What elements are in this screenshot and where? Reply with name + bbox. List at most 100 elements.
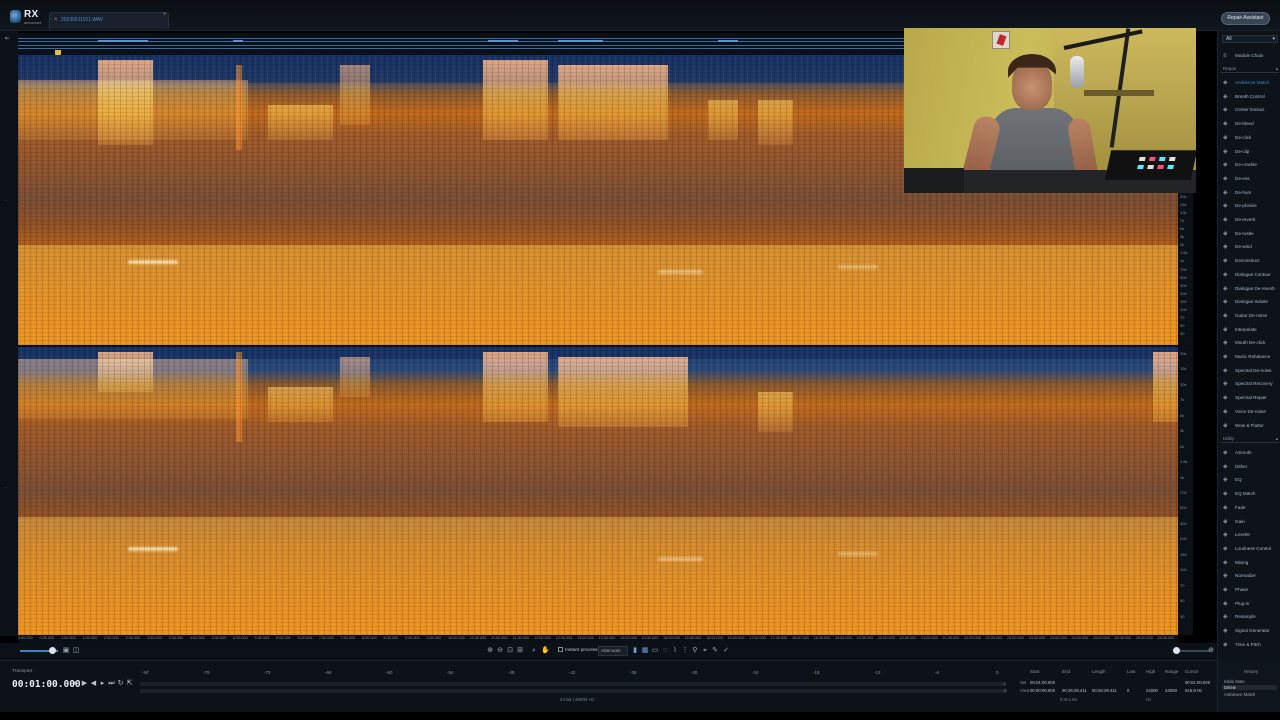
repair-assistant-button[interactable]: Repair Assistant: [1221, 12, 1270, 25]
module-filter-select[interactable]: All ▾: [1222, 35, 1278, 43]
module-item-spectral-de-noise[interactable]: ◈ Spectral De-noise: [1218, 365, 1280, 377]
module-item-deconstruct[interactable]: ◈ Deconstruct: [1218, 255, 1280, 267]
sel-header-low: Low: [1127, 669, 1136, 674]
module-item-de-crackle[interactable]: ◈ De-crackle: [1218, 159, 1280, 171]
zoom-out-icon[interactable]: ⊖: [496, 647, 504, 655]
brush-icon[interactable]: ⌇: [671, 647, 679, 655]
module-item-de-plosive[interactable]: ◈ De-plosive: [1218, 200, 1280, 212]
module-item-mouth-de-click[interactable]: ◈ Mouth De-click: [1218, 337, 1280, 349]
module-item-de-hum[interactable]: ◈ De-hum: [1218, 187, 1280, 199]
time-zoom-handle[interactable]: [49, 647, 56, 654]
module-item-phase[interactable]: ◈ Phase: [1218, 584, 1280, 596]
collapse-icon[interactable]: ⇤: [5, 36, 13, 42]
view-range-value[interactable]: 24000: [1165, 688, 1177, 693]
instant-process-checkbox[interactable]: [558, 647, 563, 652]
module-item-de-rustle[interactable]: ◈ De-rustle: [1218, 228, 1280, 240]
module-item-interpolate[interactable]: ◈ Interpolate: [1218, 324, 1280, 336]
rect-selection-icon[interactable]: ▭: [651, 647, 659, 655]
history-item[interactable]: Ambience Match: [1224, 692, 1255, 697]
module-item-center-extract[interactable]: ◈ Center Extract: [1218, 104, 1280, 116]
module-item-dialogue-isolate[interactable]: ◈ Dialogue Isolate: [1218, 296, 1280, 308]
zoom-all-icon[interactable]: ⊞: [516, 647, 524, 655]
view-end-value[interactable]: 00:26:29.411: [1062, 688, 1087, 693]
module-item-time-pitch[interactable]: ◈ Time & Pitch: [1218, 639, 1280, 651]
view-length-value[interactable]: 00:26:29.411: [1092, 688, 1117, 693]
module-item-mixing[interactable]: ◈ Mixing: [1218, 557, 1280, 569]
timecode-display[interactable]: 00:01:00.000: [12, 679, 81, 690]
waveform-overview[interactable]: [18, 33, 904, 55]
frequency-zoom-handle[interactable]: [1173, 647, 1180, 654]
file-tab[interactable]: × 20230611101.WAV: [49, 12, 169, 29]
loop-icon[interactable]: ↻: [117, 680, 124, 688]
module-item-plug-in[interactable]: ◈ Plug-in: [1218, 598, 1280, 610]
view-start-value[interactable]: 00:00:00.000: [1030, 688, 1055, 693]
module-item-voice-de-noise[interactable]: ◈ Voice De-noise: [1218, 406, 1280, 418]
module-item-spectral-recovery[interactable]: ◈ Spectral Recovery: [1218, 378, 1280, 390]
module-item-normalize[interactable]: ◈ Normalize: [1218, 570, 1280, 582]
module-item-signal-generator[interactable]: ◈ Signal Generator: [1218, 625, 1280, 637]
magic-wand-icon[interactable]: ⚲: [691, 647, 699, 655]
rewind-icon[interactable]: ◀: [90, 680, 97, 688]
history-item-current[interactable]: Delete: [1222, 685, 1277, 690]
module-item-wow-flutter[interactable]: ◈ Wow & Flutter: [1218, 420, 1280, 432]
add-tab-icon[interactable]: +: [163, 12, 167, 18]
magnify-icon[interactable]: ⌕: [530, 647, 538, 655]
utility-category-header[interactable]: Utility ▴: [1221, 435, 1279, 443]
module-label: De-rustle: [1235, 230, 1254, 236]
view-high-value[interactable]: 24000: [1146, 688, 1158, 693]
module-label: Deconstruct: [1235, 258, 1260, 264]
zoom-reset-icon[interactable]: ◫: [72, 647, 80, 655]
spectrogram-right-channel[interactable]: [18, 347, 1178, 635]
module-item-eq[interactable]: ◈ EQ: [1218, 474, 1280, 486]
module-item-de-ess[interactable]: ◈ De-ess: [1218, 173, 1280, 185]
sel-start-value[interactable]: 00:01:00.000: [1030, 680, 1055, 685]
module-item-dither[interactable]: ◈ Dither: [1218, 461, 1280, 473]
module-item-dialogue-contour[interactable]: ◈ Dialogue Contour: [1218, 269, 1280, 281]
skip-forward-icon[interactable]: ▸: [99, 680, 106, 688]
instant-process-mode-select[interactable]: Attenuate: [598, 646, 628, 656]
module-label: Resample: [1235, 614, 1256, 620]
module-item-spectral-repair[interactable]: ◈ Spectral Repair: [1218, 392, 1280, 404]
module-item-guitar-de-noise[interactable]: ◈ Guitar De-noise: [1218, 310, 1280, 322]
hand-tool-icon[interactable]: ✋: [541, 647, 550, 655]
zoom-fit-icon[interactable]: ▣: [62, 647, 70, 655]
frequency-zoom-slider[interactable]: [1176, 650, 1210, 652]
time-ruler[interactable]: 0:00.000 0:30.000 1:00.000 1:30.000 2:00.000…: [18, 635, 1178, 643]
module-item-loudness-control[interactable]: ◈ Loudness Control: [1218, 543, 1280, 555]
record-icon[interactable]: ●: [72, 680, 79, 688]
module-item-dialogue-de-reverb[interactable]: ◈ Dialogue De-reverb: [1218, 283, 1280, 295]
close-tab-icon[interactable]: ×: [54, 17, 58, 23]
module-item-eq-match[interactable]: ◈ EQ Match: [1218, 488, 1280, 500]
module-chain-button[interactable]: ≡ Module Chain: [1218, 50, 1280, 62]
module-item-de-clip[interactable]: ◈ De-clip: [1218, 146, 1280, 158]
history-item[interactable]: Initial State: [1224, 679, 1245, 684]
pencil-icon[interactable]: ✎: [711, 647, 719, 655]
module-item-de-wind[interactable]: ◈ De-wind: [1218, 241, 1280, 253]
freq-zoom-icon[interactable]: ⊕: [1207, 647, 1215, 655]
lasso-icon[interactable]: ◌: [661, 647, 669, 655]
find-similar-icon[interactable]: ⌖: [701, 647, 709, 655]
checkmark-icon[interactable]: ✓: [722, 647, 730, 655]
instant-process-toggle[interactable]: Instant process: [558, 647, 598, 653]
module-item-azimuth[interactable]: ◈ Azimuth: [1218, 447, 1280, 459]
module-item-de-click[interactable]: ◈ De-click: [1218, 132, 1280, 144]
module-item-breath-control[interactable]: ◈ Breath Control: [1218, 91, 1280, 103]
module-item-ambience-match[interactable]: ◈ Ambience Match: [1218, 77, 1280, 89]
play-icon[interactable]: ▶: [81, 680, 88, 688]
module-item-de-reverb[interactable]: ◈ De-reverb: [1218, 214, 1280, 226]
module-item-music-rebalance[interactable]: ◈ Music Rebalance: [1218, 351, 1280, 363]
time-frequency-selection-icon[interactable]: ▦: [641, 647, 649, 655]
view-low-value[interactable]: 0: [1127, 688, 1129, 693]
module-item-gain[interactable]: ◈ Gain: [1218, 516, 1280, 528]
repair-category-header[interactable]: Repair ▴: [1221, 65, 1279, 73]
harmonic-selection-icon[interactable]: ⋮: [681, 647, 689, 655]
module-item-de-bleed[interactable]: ◈ De-bleed: [1218, 118, 1280, 130]
follow-icon[interactable]: ⇱: [126, 680, 133, 688]
time-selection-icon[interactable]: ▮: [631, 647, 639, 655]
module-item-fade[interactable]: ◈ Fade: [1218, 502, 1280, 514]
zoom-selection-icon[interactable]: ⊡: [506, 647, 514, 655]
module-item-leveler[interactable]: ◈ Leveler: [1218, 529, 1280, 541]
zoom-in-icon[interactable]: ⊕: [486, 647, 494, 655]
module-item-resample[interactable]: ◈ Resample: [1218, 611, 1280, 623]
skip-end-icon[interactable]: ⏭: [108, 680, 115, 688]
